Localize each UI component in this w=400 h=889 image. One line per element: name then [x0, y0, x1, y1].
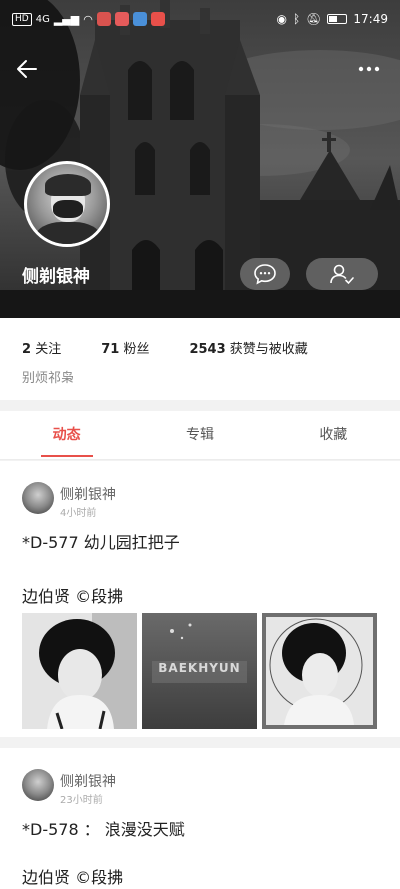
tab-favorites[interactable]: 收藏	[267, 411, 400, 459]
battery-icon	[327, 14, 348, 24]
post-card[interactable]: 侧剃银神 4小时前 *D-577 幼儿园扛把子 边伯贤 ©段拂 BAEKHYUN	[0, 461, 400, 737]
thumbnail-watermark: BAEKHYUN	[158, 661, 241, 675]
app-notification-icon	[150, 12, 165, 26]
following-stat[interactable]: 2 关注	[22, 338, 61, 357]
post-subtitle: 边伯贤 ©段拂	[22, 587, 124, 606]
profile-cover: HD 4G ▂▄▆ ◠ ◉ ᛒ 🔕︎ 17:49 侧剃银神	[0, 0, 400, 318]
post-author-name[interactable]: 侧剃银神	[60, 484, 116, 504]
post-author-name[interactable]: 侧剃银神	[60, 771, 116, 791]
post-image[interactable]: BAEKHYUN	[142, 613, 257, 729]
followed-button[interactable]	[306, 258, 378, 290]
tab-posts[interactable]: 动态	[0, 411, 133, 459]
back-button[interactable]	[14, 56, 46, 84]
bluetooth-icon: ᛒ	[292, 12, 301, 26]
tab-albums[interactable]: 专辑	[133, 411, 266, 459]
more-dots-icon	[358, 66, 380, 72]
following-label: 关注	[35, 342, 62, 357]
profile-stats: 2 关注 71 粉丝 2543 获赞与被收藏 别烦祁枭	[0, 318, 400, 400]
profile-tabs: 动态 专辑 收藏	[0, 411, 400, 460]
post-title: *D-577 幼儿园扛把子	[22, 533, 180, 552]
arrow-left-icon	[17, 60, 37, 78]
profile-username: 侧剃银神	[22, 267, 90, 287]
post-image[interactable]	[262, 613, 377, 729]
post-author-avatar[interactable]	[22, 482, 54, 514]
post-time: 23小时前	[60, 795, 103, 806]
chat-bubble-icon	[254, 264, 276, 285]
user-check-icon	[330, 264, 354, 285]
status-bar: HD 4G ▂▄▆ ◠ ◉ ᛒ 🔕︎ 17:49	[0, 0, 400, 38]
post-author-avatar[interactable]	[22, 769, 54, 801]
profile-bio: 别烦祁枭	[22, 371, 75, 386]
app-notification-icon	[132, 12, 147, 26]
message-button[interactable]	[240, 258, 290, 290]
clock: 17:49	[353, 12, 388, 26]
fans-count: 71	[101, 342, 120, 357]
app-notification-icon	[114, 12, 129, 26]
post-thumbnails: BAEKHYUN	[22, 613, 378, 729]
fans-label: 粉丝	[123, 342, 150, 357]
likes-stat[interactable]: 2543 获赞与被收藏	[189, 338, 307, 357]
mute-icon: 🔕︎	[306, 12, 322, 26]
signal-icon: 4G	[35, 13, 50, 25]
likes-label: 获赞与被收藏	[229, 342, 308, 357]
wifi-icon: ◠	[83, 12, 93, 26]
post-title: *D-578 ： 浪漫没天赋	[22, 820, 185, 839]
post-time: 4小时前	[60, 508, 97, 519]
more-button[interactable]	[354, 56, 384, 84]
app-notification-icon	[96, 12, 111, 26]
eye-icon: ◉	[276, 12, 287, 26]
post-subtitle: 边伯贤 ©段拂	[22, 868, 124, 887]
hd-badge: HD	[12, 12, 32, 26]
signal-bars-icon: ▂▄▆	[53, 12, 80, 26]
likes-count: 2543	[189, 342, 226, 357]
following-count: 2	[22, 342, 32, 357]
profile-avatar[interactable]	[24, 161, 110, 247]
fans-stat[interactable]: 71 粉丝	[101, 338, 149, 357]
post-image[interactable]	[22, 613, 137, 729]
post-card[interactable]: 侧剃银神 23小时前 *D-578 ： 浪漫没天赋 边伯贤 ©段拂	[0, 748, 400, 889]
